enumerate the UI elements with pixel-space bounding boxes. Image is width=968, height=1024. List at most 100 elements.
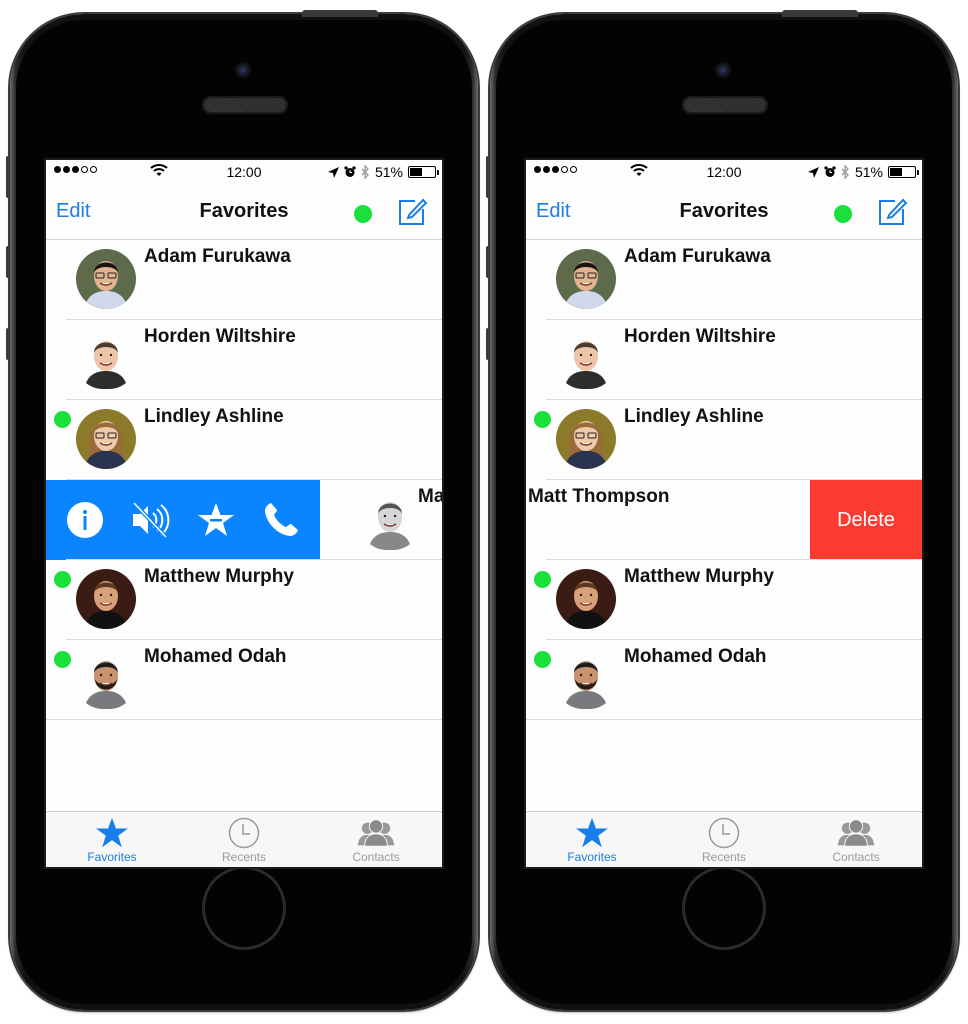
avatar xyxy=(556,249,616,309)
mute-switch xyxy=(6,156,10,198)
contact-row-matthew-murphy[interactable]: Matthew Murphy xyxy=(46,560,442,640)
earpiece-speaker xyxy=(682,96,768,114)
contact-name: Adam Furukawa xyxy=(624,246,771,267)
contact-name: Matt Thompson xyxy=(528,486,670,507)
tab-label: Recents xyxy=(701,850,747,864)
avatar xyxy=(76,329,136,389)
avatar-photo xyxy=(556,569,616,629)
avatar xyxy=(76,649,136,709)
avatar-photo xyxy=(76,569,136,629)
battery-percent: 51% xyxy=(854,164,883,180)
contact-row-lindley-ashline[interactable]: Lindley Ashline xyxy=(46,400,442,480)
online-indicator xyxy=(54,411,71,428)
availability-status-dot[interactable] xyxy=(354,205,372,223)
screen: 12:00 51% Edit Favorites Adam Furukawa H… xyxy=(524,158,924,869)
home-button[interactable] xyxy=(202,866,286,950)
tab-bar: Favorites Recents Contacts xyxy=(46,811,442,867)
contacts-icon xyxy=(838,819,874,847)
avatar-photo xyxy=(76,329,136,389)
volume-up-button xyxy=(6,246,10,278)
avatar-photo xyxy=(76,649,136,709)
compose-icon[interactable] xyxy=(396,196,428,228)
tab-label: Favorites xyxy=(87,850,137,864)
tab-bar: Favorites Recents Contacts xyxy=(526,811,922,867)
contact-row-matthew-murphy[interactable]: Matthew Murphy xyxy=(526,560,922,640)
info-icon xyxy=(66,502,103,538)
navigation-bar: Edit Favorites xyxy=(526,184,922,240)
contact-name: Matthew Murphy xyxy=(624,566,774,587)
avatar-photo xyxy=(556,329,616,389)
clock-icon xyxy=(708,817,740,849)
front-camera xyxy=(235,62,251,78)
navigation-bar: Edit Favorites xyxy=(46,184,442,240)
online-indicator xyxy=(534,411,551,428)
page-title: Favorites xyxy=(199,200,289,222)
tab-contacts[interactable]: Contacts xyxy=(790,812,922,867)
contact-name: Lindley Ashline xyxy=(144,406,284,427)
contact-row-mohamed-odah[interactable]: Mohamed Odah xyxy=(46,640,442,720)
volume-up-button xyxy=(486,246,490,278)
tab-favorites[interactable]: Favorites xyxy=(46,812,178,867)
home-button[interactable] xyxy=(682,866,766,950)
volume-down-button xyxy=(6,328,10,360)
swipe-actions xyxy=(46,480,320,560)
contact-name: Adam Furukawa xyxy=(144,246,291,267)
tab-label: Recents xyxy=(221,850,267,864)
online-indicator xyxy=(534,571,551,588)
delete-button[interactable]: Delete xyxy=(810,480,922,560)
avatar-photo xyxy=(556,649,616,709)
tab-label: Contacts xyxy=(352,850,400,864)
contact-row-matt-thompson[interactable]: Matt Thompson Delete xyxy=(526,480,922,560)
tab-recents[interactable]: Recents xyxy=(178,812,310,867)
unfavorite-button[interactable] xyxy=(195,499,237,541)
clock-icon xyxy=(228,817,260,849)
phone-icon xyxy=(265,503,299,536)
sleep-button xyxy=(302,10,378,17)
call-button[interactable] xyxy=(260,499,302,541)
alarm-icon xyxy=(344,166,356,177)
avatar-photo xyxy=(556,409,616,469)
availability-status-dot[interactable] xyxy=(834,205,852,223)
contact-row-mohamed-odah[interactable]: Mohamed Odah xyxy=(526,640,922,720)
contact-name: Horden Wiltshire xyxy=(144,326,296,347)
tab-favorites[interactable]: Favorites xyxy=(526,812,658,867)
avatar-photo xyxy=(76,409,136,469)
contact-name: Mohamed Odah xyxy=(144,646,287,667)
contact-name: Horden Wiltshire xyxy=(624,326,776,347)
contact-row-adam-furukawa[interactable]: Adam Furukawa xyxy=(46,240,442,320)
bluetooth-icon xyxy=(841,165,849,179)
avatar xyxy=(76,569,136,629)
contact-row-matt-thompson[interactable]: Ma xyxy=(46,480,442,560)
avatar xyxy=(556,569,616,629)
contact-row-adam-furukawa[interactable]: Adam Furukawa xyxy=(526,240,922,320)
tab-label: Favorites xyxy=(567,850,617,864)
earpiece-speaker xyxy=(202,96,288,114)
online-indicator xyxy=(534,651,551,668)
online-indicator xyxy=(54,651,71,668)
contact-row-horden-wiltshire[interactable]: Horden Wiltshire xyxy=(46,320,442,400)
phone-left: 12:00 51% Edit Favorites Adam Furukawa H… xyxy=(6,10,478,1010)
contact-row-horden-wiltshire[interactable]: Horden Wiltshire xyxy=(526,320,922,400)
avatar xyxy=(360,490,420,550)
contact-row-lindley-ashline[interactable]: Lindley Ashline xyxy=(526,400,922,480)
avatar xyxy=(76,409,136,469)
tab-recents[interactable]: Recents xyxy=(658,812,790,867)
location-icon xyxy=(327,166,339,178)
front-camera xyxy=(715,62,731,78)
avatar xyxy=(556,409,616,469)
tab-label: Contacts xyxy=(832,850,880,864)
mute-icon xyxy=(132,501,170,539)
tab-contacts[interactable]: Contacts xyxy=(310,812,442,867)
unfavorite-icon xyxy=(197,503,234,536)
compose-icon[interactable] xyxy=(876,196,908,228)
online-indicator xyxy=(54,571,71,588)
info-button[interactable] xyxy=(64,499,106,541)
status-bar: 12:00 51% xyxy=(526,160,922,184)
battery-icon xyxy=(408,166,439,178)
mute-button[interactable] xyxy=(129,499,171,541)
swiped-contact-content: Ma xyxy=(320,480,442,560)
avatar xyxy=(556,329,616,389)
battery-icon xyxy=(888,166,919,178)
contact-name: Mohamed Odah xyxy=(624,646,767,667)
avatar-photo xyxy=(556,249,616,309)
